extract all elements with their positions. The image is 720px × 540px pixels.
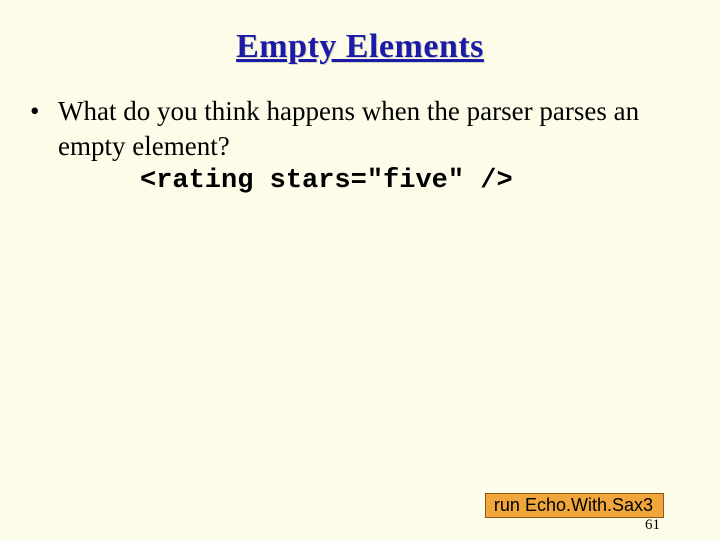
code-example: <rating stars="five" /> bbox=[24, 164, 696, 196]
bullet-item: • What do you think happens when the par… bbox=[24, 94, 696, 164]
slide-body: • What do you think happens when the par… bbox=[0, 66, 720, 196]
slide-title: Empty Elements bbox=[0, 0, 720, 66]
run-button[interactable]: run Echo.With.Sax3 bbox=[485, 493, 664, 518]
page-number: 61 bbox=[645, 517, 660, 534]
slide: Empty Elements • What do you think happe… bbox=[0, 0, 720, 540]
bullet-text: What do you think happens when the parse… bbox=[58, 94, 696, 164]
bullet-marker: • bbox=[24, 94, 58, 129]
